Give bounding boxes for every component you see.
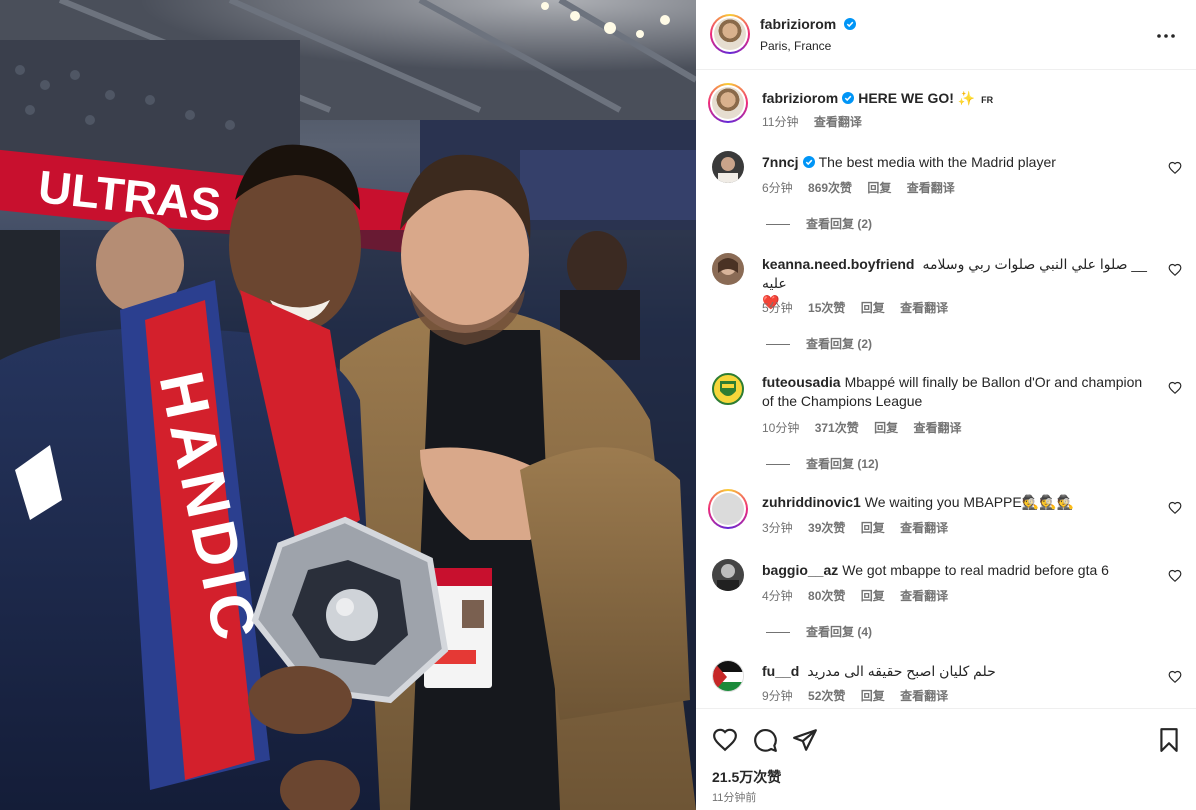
comment-likes[interactable]: 15次赞 [808,301,845,315]
author-username[interactable]: fabriziorom [760,16,836,32]
post-photo-art: ULTRAS HANDIC [0,0,696,810]
view-replies-button[interactable]: 查看回复 (2) [766,215,872,232]
comment-body: __ صلوا علي النبي صلوات ربي وسلامه [922,256,1147,272]
heart-icon[interactable] [712,727,738,753]
comment-meta: 10分钟 371次赞 回复 查看翻译 [762,419,973,436]
comment-translate[interactable]: 查看翻译 [913,421,961,435]
comment-body: We got mbappe to real madrid before gta … [842,562,1109,578]
comment-username[interactable]: 7nncj [762,154,799,170]
comment-text: futeousadia Mbappé will finally be Ballon… [762,373,1148,411]
comment-likes[interactable]: 39次赞 [808,521,845,535]
comment-like-icon[interactable] [1168,381,1182,395]
comment-username[interactable]: baggio__az [762,562,838,578]
caption-translate[interactable]: 查看翻译 [814,115,862,129]
verified-icon [842,92,855,104]
comment-likes[interactable]: 371次赞 [815,421,859,435]
view-replies-button[interactable]: 查看回复 (12) [766,455,879,472]
post-actions: 21.5万次赞 11分钟前 [696,708,1196,810]
post-location[interactable]: Paris, France [760,39,856,53]
comment-text: zuhriddinovic1 We waiting you MBAPPE🕵🕵🕵 [762,493,1148,512]
comment-reply[interactable]: 回复 [861,589,885,603]
comment-username[interactable]: zuhriddinovic1 [762,494,861,510]
bookmark-icon[interactable] [1156,727,1182,753]
comment-body: حلم كليان اصبح حقيقه الى مدريد [807,663,996,679]
comment-like-icon[interactable] [1168,569,1182,583]
comment-like-icon[interactable] [1168,263,1182,277]
caption-meta: 11分钟 查看翻译 [762,113,874,130]
comment-username[interactable]: fu__d [762,663,799,679]
comment-meta: 3分钟 39次赞 回复 查看翻译 [762,519,960,536]
comment-reply[interactable]: 回复 [861,521,885,535]
caption-text: fabriziorom HERE WE GO! ✨ FR [762,89,1148,110]
view-replies-button[interactable]: 查看回复 (2) [766,335,872,352]
comments-list[interactable]: fabriziorom HERE WE GO! ✨ FR 11分钟 查看翻译 7n… [696,71,1196,708]
comment-body: We waiting you MBAPPE🕵🕵🕵 [864,494,1075,510]
comment-likes[interactable]: 869次赞 [808,181,852,195]
caption-flag: FR [981,95,994,105]
comment-meta: 9分钟 52次赞 回复 查看翻译 [762,687,960,704]
comment-translate[interactable]: 查看翻译 [900,689,948,703]
post-likes[interactable]: 21.5万次赞 [712,767,781,787]
comment-avatar[interactable] [708,489,748,529]
post-header: fabriziorom Paris, France [696,0,1196,70]
author-info: fabriziorom Paris, France [760,16,856,53]
caption-body: HERE WE GO! ✨ [858,90,976,106]
post-photo[interactable]: ULTRAS HANDIC [0,0,696,810]
comment-text: 7nncj The best media with the Madrid play… [762,153,1148,172]
comment-time: 9分钟 [762,689,793,703]
comment-like-icon[interactable] [1168,161,1182,175]
author-avatar[interactable] [710,14,750,54]
comment-meta: 6分钟 869次赞 回复 查看翻译 [762,179,967,196]
comment-avatar[interactable] [712,253,744,285]
post-panel: fabriziorom Paris, France fabriziorom HER… [696,0,1196,810]
comment-translate[interactable]: 查看翻译 [900,301,948,315]
comment-like-icon[interactable] [1168,501,1182,515]
comment-body: The best media with the Madrid player [818,154,1056,170]
comment-like-icon[interactable] [1168,670,1182,684]
comment-text: baggio__az We got mbappe to real madrid b… [762,561,1148,580]
comment-avatar[interactable] [712,373,744,405]
comment-icon[interactable] [752,727,778,753]
share-icon[interactable] [792,727,818,753]
comment-avatar[interactable] [712,660,744,692]
comment-likes[interactable]: 80次赞 [808,589,845,603]
comment-username[interactable]: keanna.need.boyfriend [762,256,914,272]
comment-reply[interactable]: 回复 [861,689,885,703]
comment-username[interactable]: futeousadia [762,374,841,390]
verified-icon [843,18,856,30]
comment-text: fu__d حلم كليان اصبح حقيقه الى مدريد [762,662,1148,681]
more-options-icon[interactable] [1154,24,1178,48]
comment-time: 6分钟 [762,181,793,195]
comment-time: 5分钟 [762,301,793,315]
comment-avatar[interactable] [712,151,744,183]
comment-avatar[interactable] [712,559,744,591]
comment-meta: 4分钟 80次赞 回复 查看翻译 [762,587,960,604]
comment-translate[interactable]: 查看翻译 [900,521,948,535]
comment-translate[interactable]: 查看翻译 [900,589,948,603]
caption-avatar[interactable] [708,83,748,123]
comment-reply[interactable]: 回复 [861,301,885,315]
comment-reply[interactable]: 回复 [874,421,898,435]
comment-translate[interactable]: 查看翻译 [907,181,955,195]
view-replies-button[interactable]: 查看回复 (4) [766,623,872,640]
caption-time: 11分钟 [762,115,799,129]
post-time: 11分钟前 [712,792,757,804]
comment-time: 3分钟 [762,521,793,535]
comment-time: 10分钟 [762,421,800,435]
verified-icon [802,156,815,168]
caption-username[interactable]: fabriziorom [762,90,838,106]
comment-reply[interactable]: 回复 [867,181,891,195]
comment-likes[interactable]: 52次赞 [808,689,845,703]
comment-meta: 5分钟 15次赞 回复 查看翻译 [762,299,960,316]
comment-time: 4分钟 [762,589,793,603]
